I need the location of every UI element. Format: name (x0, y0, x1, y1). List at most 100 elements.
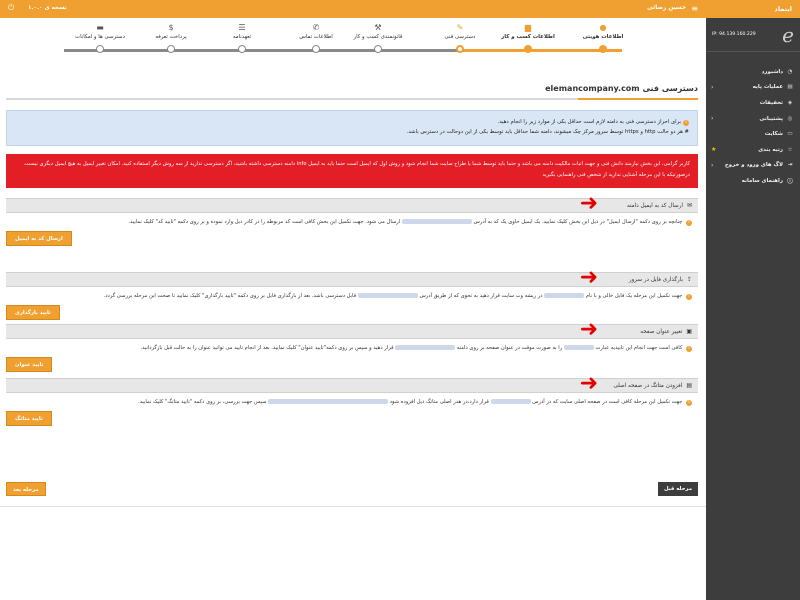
section-title: افزودن متاتگ در صفحه اصلی (613, 382, 683, 389)
comment-icon: ▭ (787, 131, 793, 138)
redacted-email (401, 219, 472, 224)
registration-stepper: ● اطلاعات هویتی ▆ اطلاعات کسب و کار ✎ دس… (0, 22, 706, 60)
ip-address: IP: 94.139.160.229 (712, 32, 756, 37)
confirm-meta-tag-button[interactable]: تایید متاتگ (6, 411, 52, 426)
sidebar-item-discounts[interactable]: ◈ تخفیفات (706, 95, 800, 111)
section-meta-tag: ➜ ▤ افزودن متاتگ در صفحه اصلی i جهت تکمی… (6, 373, 698, 426)
section-text: کافی است جهت انجام این تاییدیه عبارت (595, 345, 683, 351)
step-dot (599, 45, 607, 53)
step-tariff-payment[interactable]: $ پرداخت تعرفه (131, 22, 211, 53)
chevron-left-icon: ‹ (711, 115, 714, 123)
sidebar-menu: ◔ داشبورد ▤ عملیات پایه ‹ ◈ تخفیفات ◎ پش… (706, 52, 800, 189)
sidebar-item-base-operations[interactable]: ▤ عملیات پایه ‹ (706, 80, 800, 96)
sidebar-item-dashboard[interactable]: ◔ داشبورد (706, 64, 800, 80)
section-file-upload: ➜ ⇪ بارگذاری فایل در سرور i جهت تکمیل ای… (6, 267, 698, 320)
step-dot (524, 45, 532, 53)
sidebar-item-login-logs[interactable]: ⇥ لاگ های ورود و خروج ‹ (706, 158, 800, 174)
page-title-prefix: دسترسی فنی (642, 84, 698, 93)
sidebar-item-label: عملیات پایه (752, 84, 783, 91)
section-header: ➜ ⇪ بارگذاری فایل در سرور (6, 267, 698, 289)
redacted-url (490, 399, 531, 404)
section-text: سپس جهت بررسی، بر روی دکمه "تایید متاتگ"… (137, 399, 267, 405)
user-icon: ● (599, 23, 607, 32)
step-dot (96, 45, 104, 53)
section-title: تغییر عنوان صفحه (640, 328, 683, 335)
sidebar-item-complaint[interactable]: ▭ شکایت (706, 126, 800, 142)
file-icon: ▣ (686, 328, 692, 335)
info-line-2: # هر دو حالت http و https توسط سرور مرکز… (406, 129, 689, 135)
warning-text: کاربر گرامی، این بخش نیازمند دانش فنی و … (23, 161, 690, 178)
envelope-icon: ✉ (686, 202, 692, 209)
step-contact-info[interactable]: ✆ اطلاعات تماس (276, 22, 356, 53)
step-business-info[interactable]: ▆ اطلاعات کسب و کار (488, 22, 568, 53)
info-icon: i (683, 120, 689, 126)
tag-icon: ◈ (787, 99, 793, 106)
sidebar-item-ranking[interactable]: ☆ رتبه بندی ★ (706, 142, 800, 158)
title-underline-accent (578, 98, 698, 100)
warning-alert: کاربر گرامی، این بخش نیازمند دانش فنی و … (6, 154, 698, 188)
sidebar-item-label: تخفیفات (759, 99, 783, 106)
step-label: اطلاعات تماس (299, 34, 333, 40)
topbar: ≡ حسین رضائی نسخه ی ۱.۰.۰ ⏻ (0, 0, 706, 18)
section-text: در ریشه وب سایت قرار دهید به نحوی که از … (419, 293, 543, 299)
section-text: ارسال می شود. جهت تکمیل این بخش کافی است… (128, 219, 401, 225)
hamburger-menu-icon[interactable]: ≡ (691, 4, 698, 13)
step-dot (167, 45, 175, 53)
info-icon: i (686, 400, 692, 406)
section-header: ➜ ▤ افزودن متاتگ در صفحه اصلی (6, 373, 698, 395)
step-label: اطلاعات هویتی (582, 34, 624, 40)
sidebar-header: ایتماد (706, 0, 800, 18)
step-access-features[interactable]: ▬ دسترسی ها و امکانات (60, 22, 140, 53)
info-icon: ⓘ (787, 178, 793, 185)
page-title: دسترسی فنی elemancompany.com (6, 84, 698, 93)
section-header: ➜ ▣ تغییر عنوان صفحه (6, 319, 698, 341)
button-row: تایید متاتگ (6, 407, 698, 426)
sidebar-item-help[interactable]: ⓘ راهنمای سامانه (706, 173, 800, 189)
info-icon: i (686, 294, 692, 300)
info-icon: i (686, 220, 692, 226)
wrench-icon: ✎ (456, 23, 464, 32)
redacted-meta-tag (268, 399, 389, 404)
user-name[interactable]: حسین رضائی (647, 5, 686, 11)
redacted-phrase (563, 345, 594, 350)
sidebar-item-label: رتبه بندی (758, 146, 783, 153)
step-label: اطلاعات کسب و کار (501, 34, 555, 40)
step-identity[interactable]: ● اطلاعات هویتی (563, 22, 643, 53)
next-step-button[interactable]: مرحله بعد (6, 482, 46, 496)
sidebar-item-support[interactable]: ◎ پشتیبانی ‹ (706, 111, 800, 127)
chevron-left-icon: ‹ (711, 83, 714, 91)
section-text: چنانچه بر روی دکمه "ارسال ایمیل" در ذیل … (473, 219, 683, 225)
main-content: دسترسی فنی elemancompany.com iبرای احراز… (6, 84, 698, 426)
section-email-code: ➜ ✉ ارسال کد به ایمیل دامنه i چنانچه بر … (6, 193, 698, 246)
sidebar: ایتماد e IP: 94.139.160.229 ◔ داشبورد ▤ … (706, 0, 800, 600)
footer-divider (0, 506, 706, 507)
section-title: بارگذاری فایل در سرور (628, 276, 683, 283)
handshake-icon: ☰ (238, 23, 246, 32)
red-arrow-icon: ➜ (579, 371, 598, 396)
previous-step-button[interactable]: مرحله قبل (658, 482, 698, 496)
dollar-icon: $ (168, 23, 174, 32)
brand-logo: e (782, 22, 794, 47)
sidebar-logo-area: e IP: 94.139.160.229 (706, 18, 800, 52)
title-underline (6, 98, 698, 100)
section-title: ارسال کد به ایمیل دامنه (626, 202, 683, 209)
send-email-code-button[interactable]: ارسال کد به ایمیل (6, 231, 72, 246)
database-icon: ▤ (787, 84, 793, 91)
phone-icon: ✆ (312, 23, 320, 32)
redacted-url (357, 293, 418, 298)
step-label: دسترسی فنی (444, 34, 476, 40)
sidebar-item-label: پشتیبانی (759, 115, 783, 122)
power-icon[interactable]: ⏻ (8, 3, 14, 13)
section-text: جهت تکمیل این مرحله کافی است در صفحه اصل… (532, 399, 683, 405)
section-text: قابل دسترسی باشد. بعد از بارگذاری فایل ب… (103, 293, 357, 299)
document-icon: ▆ (524, 23, 532, 32)
step-commitment[interactable]: ☰ تعهدنامه (202, 22, 282, 53)
support-icon: ◎ (787, 115, 793, 122)
confirm-title-button[interactable]: تایید عنوان (6, 357, 53, 372)
step-dot (456, 45, 464, 53)
sidebar-item-label: راهنمای سامانه (741, 177, 783, 184)
upload-icon: ⇪ (686, 276, 692, 283)
step-technical-access[interactable]: ✎ دسترسی فنی (420, 22, 500, 53)
version-label: نسخه ی ۱.۰.۰ (28, 5, 67, 11)
confirm-upload-button[interactable]: تایید بارگذاری (6, 305, 60, 320)
